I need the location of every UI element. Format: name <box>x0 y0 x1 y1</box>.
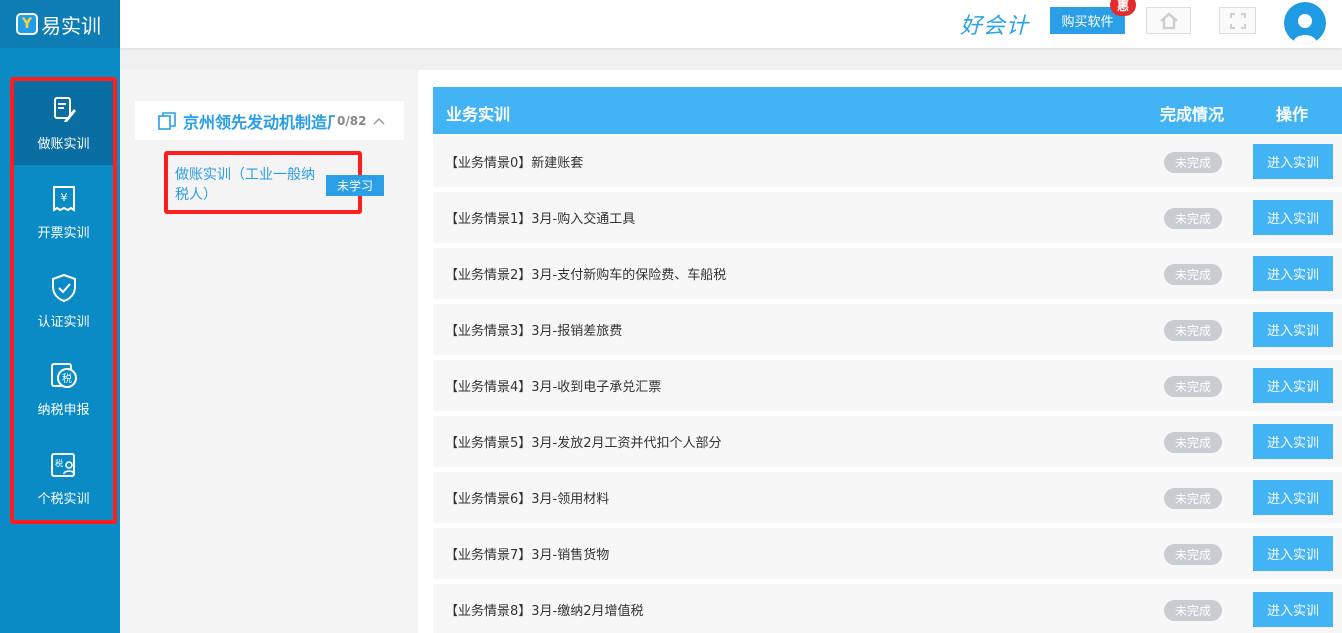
logo-mark-icon: Y <box>16 13 38 35</box>
svg-text:¥: ¥ <box>60 191 67 204</box>
enter-training-button[interactable]: 进入实训 <box>1253 424 1333 459</box>
task-title: 【业务情景4】3月-收到电子承兑汇票 <box>445 380 662 395</box>
sidebar-item-certification[interactable]: 认证实训 <box>14 259 113 343</box>
column-header-action: 操作 <box>1276 105 1309 124</box>
task-title: 【业务情景6】3月-领用材料 <box>445 492 610 507</box>
enter-training-button[interactable]: 进入实训 <box>1253 536 1333 571</box>
status-badge: 未完成 <box>1164 264 1222 285</box>
enter-training-button[interactable]: 进入实训 <box>1253 144 1333 179</box>
tax-person-icon: 税 <box>50 452 75 477</box>
sidebar: Y 易实训 做账实训 ¥ 开票实训 认证实训 税 纳税申报 税 个税实训 <box>0 0 120 633</box>
task-title: 【业务情景3】3月-报销差旅费 <box>445 324 623 339</box>
enter-training-button[interactable]: 进入实训 <box>1253 256 1333 291</box>
chevron-up-icon[interactable] <box>372 114 386 128</box>
company-progress-count: 0/82 <box>337 113 367 128</box>
fullscreen-button[interactable] <box>1219 7 1256 34</box>
enter-training-button[interactable]: 进入实训 <box>1253 480 1333 515</box>
shield-check-icon <box>51 273 76 302</box>
sidebar-item-bookkeeping[interactable]: 做账实训 <box>14 81 113 165</box>
status-badge: 未完成 <box>1164 488 1222 509</box>
table-row: 【业务情景1】3月-购入交通工具 未完成 进入实训 <box>433 192 1342 243</box>
sidebar-item-invoicing[interactable]: ¥ 开票实训 <box>14 170 113 254</box>
status-badge: 未完成 <box>1164 208 1222 229</box>
sidebar-item-label: 开票实训 <box>37 225 90 241</box>
enter-training-button[interactable]: 进入实训 <box>1253 592 1333 627</box>
svg-text:税: 税 <box>55 458 63 468</box>
course-link[interactable]: 做账实训（工业一般纳税人） <box>175 165 325 205</box>
sidebar-item-label: 认证实训 <box>37 314 90 330</box>
table-row: 【业务情景5】3月-发放2月工资并代扣个人部分 未完成 进入实训 <box>433 416 1342 467</box>
status-badge: 未完成 <box>1164 600 1222 621</box>
task-table-panel: 业务实训 完成情况 操作 【业务情景0】新建账套 未完成 进入实训 【业务情景1… <box>418 70 1342 633</box>
sidebar-item-label: 个税实训 <box>37 491 90 507</box>
table-header: 业务实训 完成情况 操作 <box>433 87 1342 134</box>
user-avatar[interactable] <box>1284 2 1326 44</box>
home-icon <box>1159 11 1178 29</box>
sidebar-item-tax-filing[interactable]: 税 纳税申报 <box>14 347 113 431</box>
top-header: 好会计 购买软件 惠 <box>120 0 1342 48</box>
course-status-badge: 未学习 <box>326 175 384 196</box>
task-title: 【业务情景0】新建账套 <box>445 156 584 171</box>
brand-logo[interactable]: 好会计 <box>960 8 1029 40</box>
task-title: 【业务情景7】3月-销售货物 <box>445 548 610 563</box>
table-row: 【业务情景6】3月-领用材料 未完成 进入实训 <box>433 472 1342 523</box>
status-badge: 未完成 <box>1164 432 1222 453</box>
app-name: 易实训 <box>41 13 101 38</box>
copy-icon <box>158 111 176 130</box>
home-button[interactable] <box>1146 7 1191 34</box>
table-row: 【业务情景7】3月-销售货物 未完成 进入实训 <box>433 528 1342 579</box>
column-header-status: 完成情况 <box>1160 105 1225 124</box>
table-row: 【业务情景4】3月-收到电子承兑汇票 未完成 进入实训 <box>433 360 1342 411</box>
promo-badge: 惠 <box>1110 0 1136 16</box>
ledger-pen-icon <box>53 96 76 122</box>
fullscreen-icon <box>1229 12 1246 29</box>
enter-training-button[interactable]: 进入实训 <box>1253 200 1333 235</box>
task-title: 【业务情景5】3月-发放2月工资并代扣个人部分 <box>445 436 722 451</box>
company-selector[interactable]: 京州领先发动机制造厂 0/82 <box>135 101 404 140</box>
status-badge: 未完成 <box>1164 544 1222 565</box>
table-row: 【业务情景2】3月-支付新购车的保险费、车船税 未完成 进入实训 <box>433 248 1342 299</box>
status-badge: 未完成 <box>1164 376 1222 397</box>
status-badge: 未完成 <box>1164 320 1222 341</box>
user-avatar-icon <box>1293 14 1317 44</box>
company-name: 京州领先发动机制造厂 <box>183 112 335 132</box>
task-title: 【业务情景1】3月-购入交通工具 <box>445 212 636 227</box>
sidebar-item-label: 纳税申报 <box>37 402 90 418</box>
table-row: 【业务情景0】新建账套 未完成 进入实训 <box>433 136 1342 187</box>
enter-training-button[interactable]: 进入实训 <box>1253 368 1333 403</box>
task-title: 【业务情景2】3月-支付新购车的保险费、车船税 <box>445 268 727 283</box>
table-row: 【业务情景3】3月-报销差旅费 未完成 进入实训 <box>433 304 1342 355</box>
table-row: 【业务情景8】3月-缴纳2月增值税 未完成 进入实训 <box>433 584 1342 633</box>
column-header-task: 业务实训 <box>446 105 511 124</box>
sidebar-nav-highlight: 做账实训 ¥ 开票实训 认证实训 税 纳税申报 税 个税实训 <box>10 77 117 524</box>
svg-text:税: 税 <box>62 372 72 385</box>
task-title: 【业务情景8】3月-缴纳2月增值税 <box>445 604 644 619</box>
sidebar-item-label: 做账实训 <box>37 136 90 152</box>
sidebar-item-personal-tax[interactable]: 税 个税实训 <box>14 436 113 520</box>
tax-seal-icon: 税 <box>50 362 77 388</box>
company-panel: 京州领先发动机制造厂 0/82 做账实训（工业一般纳税人） 未学习 <box>120 70 418 633</box>
app-logo[interactable]: Y 易实训 <box>0 0 120 48</box>
status-badge: 未完成 <box>1164 152 1222 173</box>
invoice-yen-icon: ¥ <box>52 185 75 212</box>
enter-training-button[interactable]: 进入实训 <box>1253 312 1333 347</box>
